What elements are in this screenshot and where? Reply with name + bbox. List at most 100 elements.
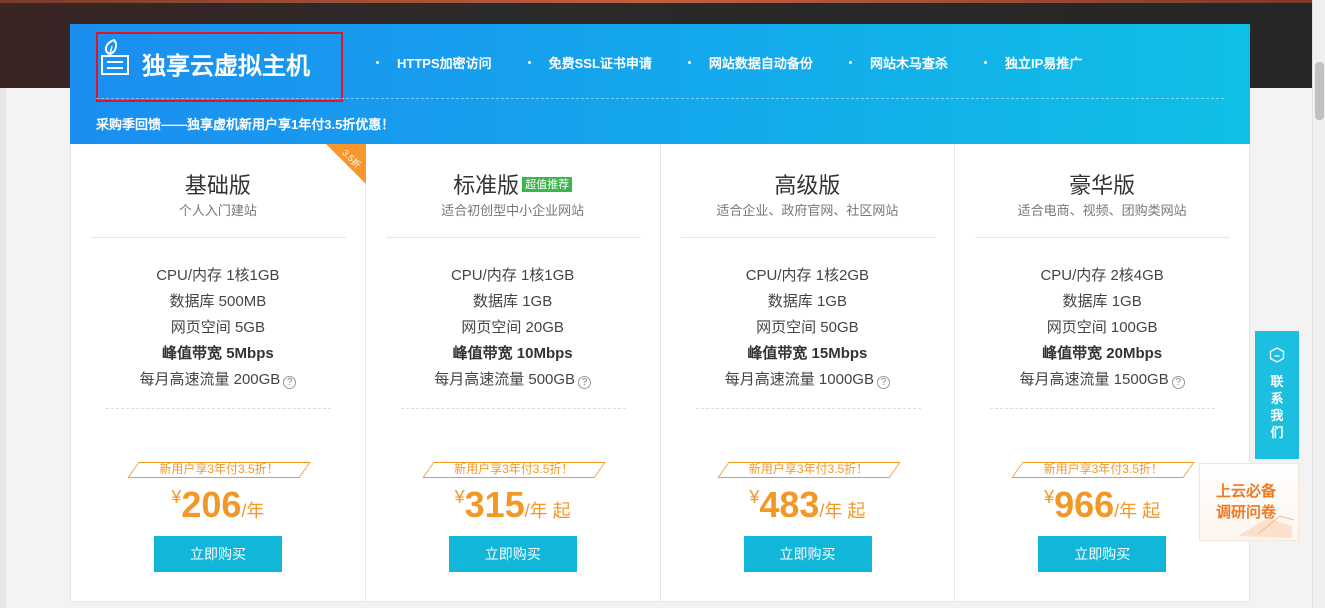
promo-text: 采购季回馈——独享虚机新用户享1年付3.5折优惠！ [96, 117, 395, 132]
feature-item: 独立IP易推广 [983, 52, 1083, 72]
price-unit: /年 起 [1114, 501, 1161, 521]
contact-us-tab[interactable]: 联 系 我 们 [1255, 331, 1299, 459]
plan-name-text: 基础版 [184, 174, 251, 199]
price: ¥315/年 起 [366, 484, 660, 526]
feature-label: 独立IP易推广 [1004, 55, 1083, 71]
feature-label: 网站木马查杀 [869, 55, 948, 71]
contact-char: 联 [1270, 374, 1284, 389]
divider [385, 237, 641, 238]
offer-tag: 新用户享3年付3.5折！ [1011, 462, 1195, 478]
spec-traffic: 每月高速流量 500GB? [366, 368, 660, 394]
survey-widget[interactable]: 上云必备 调研问卷 [1199, 463, 1299, 541]
price-unit: /年 起 [819, 501, 866, 521]
spec-traffic-text: 每月高速流量 500GB [434, 371, 576, 388]
plan-list: 3.5折 基础版 个人入门建站 CPU/内存 1核1GB 数据库 500MB 网… [70, 144, 1250, 602]
spec-list: CPU/内存 2核4GB 数据库 1GB 网页空间 100GB 峰值带宽 20M… [955, 264, 1249, 394]
page-scrollbar[interactable] [1312, 0, 1325, 608]
plan-card-basic: 3.5折 基础版 个人入门建站 CPU/内存 1核1GB 数据库 500MB 网… [71, 144, 366, 601]
help-icon[interactable]: ? [876, 376, 890, 389]
dashed-divider [106, 408, 331, 409]
buy-now-button[interactable]: 立即购买 [1038, 536, 1167, 572]
banner-divider [96, 98, 1224, 99]
price-amount: 315 [464, 484, 525, 525]
spec-traffic-text: 每月高速流量 200GB [139, 371, 281, 388]
plan-name: 基础版 [71, 168, 365, 200]
plan-name-text: 豪华版 [1069, 174, 1136, 199]
plan-name: 高级版 [661, 168, 955, 200]
currency-symbol: ¥ [454, 487, 465, 507]
currency-symbol: ¥ [1044, 487, 1055, 507]
leaf-document-icon [101, 38, 129, 75]
scrollbar-thumb[interactable] [1315, 62, 1324, 120]
plan-description: 适合电商、视频、团购类网站 [1017, 203, 1187, 218]
plan-card-advanced: 高级版 适合企业、政府官网、社区网站 CPU/内存 1核2GB 数据库 1GB … [661, 144, 956, 601]
bullet-dot [983, 60, 987, 64]
price-unit: /年 起 [524, 501, 571, 521]
offer-text: 新用户享3年付3.5折！ [748, 462, 869, 476]
spec-traffic-text: 每月高速流量 1500GB [1019, 371, 1169, 388]
page-gutter [0, 88, 6, 608]
buy-now-button[interactable]: 立即购买 [154, 536, 282, 572]
spec-bandwidth: 峰值带宽 20Mbps [1042, 345, 1163, 362]
spec-list: CPU/内存 1核1GB 数据库 1GB 网页空间 20GB 峰值带宽 10Mb… [366, 264, 660, 394]
price-amount: 206 [181, 484, 242, 525]
help-icon[interactable]: ? [578, 376, 592, 389]
plan-description: 个人入门建站 [178, 203, 257, 218]
spec-web-space: 网页空间 20GB [461, 319, 564, 336]
plan-name-text: 标准版 [453, 174, 520, 199]
dashed-divider [990, 408, 1216, 409]
feature-label: HTTPS加密访问 [397, 55, 492, 71]
offer-tag: 新用户享3年付3.5折！ [716, 462, 901, 478]
price-amount: 966 [1054, 484, 1115, 525]
feature-list: HTTPS加密访问 免费SSL证书申请 网站数据自动备份 网站木马查杀 独立IP… [376, 52, 1082, 72]
plan-description: 适合企业、政府官网、社区网站 [716, 203, 899, 218]
contact-char: 系 [1270, 391, 1284, 406]
survey-decoration-icon [1238, 515, 1295, 538]
spec-traffic: 每月高速流量 1000GB? [661, 368, 955, 394]
plan-name: 豪华版 [955, 168, 1249, 200]
feature-item: HTTPS加密访问 [376, 52, 492, 72]
feature-item: 网站数据自动备份 [687, 52, 813, 72]
spec-cpu: CPU/内存 2核4GB [1040, 267, 1164, 284]
price: ¥206/年 [71, 484, 365, 526]
spec-list: CPU/内存 1核1GB 数据库 500MB 网页空间 5GB 峰值带宽 5Mb… [71, 264, 365, 394]
offer-text: 新用户享3年付3.5折！ [454, 462, 574, 476]
spec-cpu: CPU/内存 1核2GB [745, 267, 870, 284]
price: ¥483/年 起 [661, 484, 955, 526]
dashed-divider [695, 408, 921, 409]
bullet-dot [376, 60, 379, 64]
price-unit: /年 [241, 501, 265, 521]
feature-item: 网站木马查杀 [848, 52, 948, 72]
spec-cpu: CPU/内存 1核1GB [156, 267, 280, 284]
plan-name-text: 高级版 [774, 174, 841, 199]
recommend-badge: 超值推荐 [522, 177, 573, 192]
spec-web-space: 网页空间 50GB [756, 319, 859, 336]
banner-title: 独享云虚拟主机 [142, 52, 310, 80]
spec-web-space: 网页空间 5GB [170, 319, 265, 336]
help-icon[interactable]: ? [1171, 376, 1185, 389]
buy-now-button[interactable]: 立即购买 [743, 536, 872, 572]
currency-symbol: ¥ [749, 487, 760, 507]
spec-list: CPU/内存 1核2GB 数据库 1GB 网页空间 50GB 峰值带宽 15Mb… [661, 264, 955, 394]
spec-traffic: 每月高速流量 1500GB? [955, 368, 1249, 394]
offer-tag: 新用户享3年付3.5折！ [127, 462, 311, 478]
dashed-divider [400, 408, 626, 409]
buy-now-button[interactable]: 立即购买 [448, 536, 577, 572]
bullet-dot [848, 60, 852, 64]
bullet-dot [527, 60, 531, 64]
feature-label: 网站数据自动备份 [708, 55, 813, 71]
spec-database: 数据库 500MB [169, 293, 267, 310]
spec-bandwidth: 峰值带宽 10Mbps [452, 345, 573, 362]
divider [680, 237, 936, 238]
spec-database: 数据库 1GB [767, 293, 847, 310]
spec-web-space: 网页空间 100GB [1046, 319, 1158, 336]
help-icon[interactable]: ? [283, 376, 297, 389]
price-amount: 483 [759, 484, 820, 525]
divider [975, 237, 1231, 238]
contact-us-label: 联 系 我 们 [1255, 373, 1299, 441]
chat-bubble-icon [1269, 347, 1285, 363]
currency-symbol: ¥ [171, 487, 182, 507]
contact-char: 们 [1270, 425, 1284, 440]
plan-card-standard: 标准版 超值推荐 适合初创型中小企业网站 CPU/内存 1核1GB 数据库 1GB… [366, 144, 661, 601]
spec-cpu: CPU/内存 1核1GB [450, 267, 575, 284]
